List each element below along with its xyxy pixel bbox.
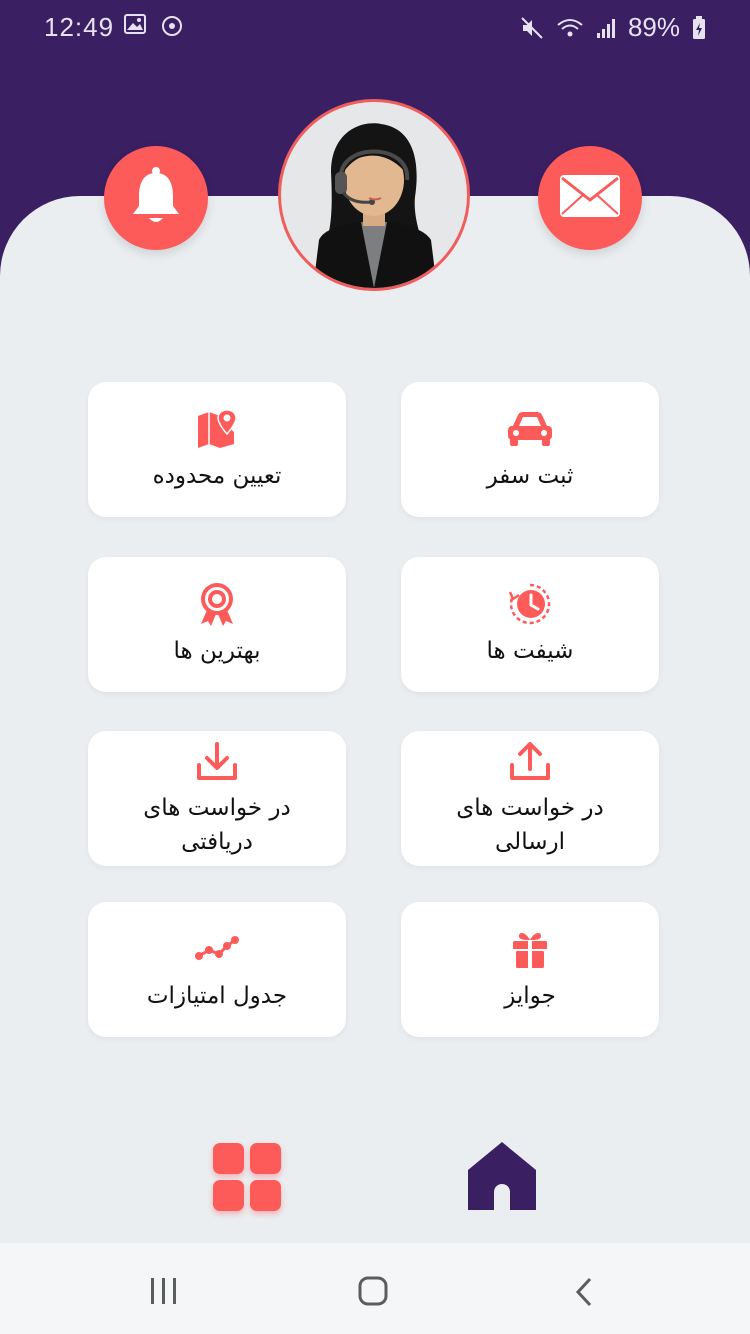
system-nav-bar: [0, 1243, 750, 1334]
status-bar: 12:49 89%: [0, 0, 750, 58]
car-icon: [506, 407, 554, 451]
grid-icon-cell: [250, 1143, 281, 1174]
avatar[interactable]: [278, 99, 470, 291]
recent-apps-icon[interactable]: [150, 1278, 178, 1308]
messages-button[interactable]: [538, 146, 642, 250]
home-icon: [468, 1142, 536, 1210]
download-icon: [196, 739, 238, 783]
tile-top-drivers[interactable]: بهترین ها: [88, 557, 346, 692]
envelope-icon: [559, 174, 621, 222]
sync-icon: [160, 14, 184, 38]
tile-label: تعیین محدوده: [152, 462, 282, 489]
support-agent-avatar: [313, 123, 437, 288]
award-icon: [198, 582, 236, 626]
system-home-icon[interactable]: [358, 1276, 388, 1310]
tile-label: بهترین ها: [173, 637, 261, 664]
tile-points-table[interactable]: جدول امتیازات: [88, 902, 346, 1037]
tile-register-trip[interactable]: ثبت سفر: [401, 382, 659, 517]
gift-icon: [511, 927, 549, 971]
upload-icon: [509, 739, 551, 783]
clock-history-icon: [508, 582, 552, 626]
grid-icon-cell: [250, 1180, 281, 1211]
tile-set-area[interactable]: تعیین محدوده: [88, 382, 346, 517]
main-content: [0, 196, 750, 1243]
nav-apps-button[interactable]: [213, 1143, 281, 1211]
tile-label: در خواست های دریافتی: [143, 794, 291, 855]
battery-icon: [692, 15, 706, 40]
nav-home-button[interactable]: [466, 1140, 538, 1214]
tile-label: جدول امتیازات: [146, 982, 288, 1009]
notifications-button[interactable]: [104, 146, 208, 250]
tile-label: شیفت ها: [486, 637, 574, 664]
wifi-icon: [556, 17, 584, 39]
back-icon[interactable]: [574, 1277, 594, 1311]
graph-line-icon: [195, 927, 239, 971]
mute-icon: [520, 16, 544, 40]
bottom-nav: [0, 1110, 750, 1243]
bell-icon: [129, 166, 183, 230]
tile-label: جوایز: [504, 982, 556, 1009]
tile-label: در خواست های ارسالی: [456, 794, 604, 855]
tile-shifts[interactable]: شیفت ها: [401, 557, 659, 692]
map-pin-icon: [196, 407, 238, 451]
tile-sent-requests[interactable]: در خواست های ارسالی: [401, 731, 659, 866]
grid-icon: [213, 1143, 244, 1174]
status-time: 12:49: [44, 12, 115, 42]
image-icon: [124, 14, 146, 38]
battery-level: 89%: [627, 12, 680, 42]
tile-prizes[interactable]: جوایز: [401, 902, 659, 1037]
grid-icon-cell: [213, 1180, 244, 1211]
tile-label: ثبت سفر: [486, 462, 574, 489]
tile-received-requests[interactable]: در خواست های دریافتی: [88, 731, 346, 866]
signal-icon: [596, 17, 616, 39]
